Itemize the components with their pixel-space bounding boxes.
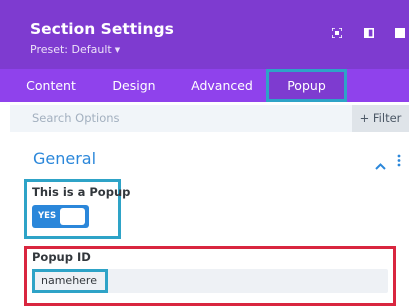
tab-advanced[interactable]: Advanced bbox=[180, 69, 264, 102]
chevron-up-icon[interactable] bbox=[375, 155, 386, 174]
search-options-bar: Search Options + Filter bbox=[10, 105, 409, 132]
split-view-icon[interactable] bbox=[364, 23, 374, 42]
toggle-knob bbox=[60, 208, 85, 225]
section-menu-icon[interactable] bbox=[397, 152, 401, 171]
tab-popup[interactable]: Popup bbox=[266, 69, 347, 102]
is-popup-toggle[interactable]: YES bbox=[32, 205, 89, 228]
tab-design[interactable]: Design bbox=[99, 69, 169, 102]
popup-id-value[interactable]: namehere bbox=[32, 269, 108, 293]
section-title[interactable]: General bbox=[33, 149, 96, 168]
search-input[interactable]: Search Options bbox=[32, 105, 120, 132]
fullscreen-icon[interactable] bbox=[331, 23, 343, 42]
tab-bar: Content Design Advanced Popup bbox=[0, 69, 409, 102]
popup-id-input[interactable]: namehere bbox=[32, 269, 388, 293]
toggle-yes-text: YES bbox=[38, 211, 57, 221]
preset-label: Preset: Default bbox=[30, 43, 112, 56]
popup-id-label: Popup ID bbox=[32, 250, 91, 264]
settings-header: Section Settings Preset: Default ▼ bbox=[0, 0, 409, 69]
tab-content[interactable]: Content bbox=[16, 69, 86, 102]
is-popup-label: This is a Popup bbox=[32, 185, 131, 199]
modal-title: Section Settings bbox=[30, 20, 174, 38]
filter-button[interactable]: + Filter bbox=[352, 105, 409, 132]
more-icon[interactable] bbox=[395, 23, 405, 42]
preset-dropdown[interactable]: Preset: Default ▼ bbox=[30, 43, 120, 56]
caret-down-icon: ▼ bbox=[114, 46, 121, 54]
